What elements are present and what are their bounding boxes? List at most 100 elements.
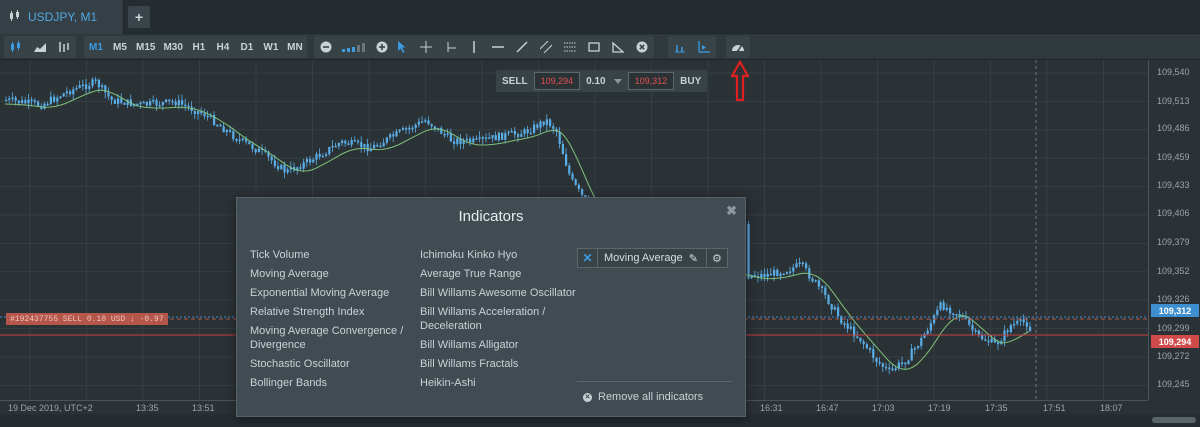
candle-body	[917, 346, 920, 349]
add-tab-button[interactable]: +	[128, 6, 150, 28]
candle-body	[360, 142, 363, 148]
candle-body	[81, 84, 84, 86]
candle-body	[366, 144, 369, 152]
remove-all-indicators-button[interactable]: ✕ Remove all indicators	[583, 391, 703, 403]
indicator-ichimoku[interactable]: Ichimoku Kinko Hyo	[420, 248, 580, 262]
volume-toggle-button[interactable]	[668, 36, 692, 58]
area-chart-button[interactable]	[28, 36, 52, 58]
fibonacci-tool[interactable]	[558, 36, 582, 58]
candle-body	[561, 144, 564, 155]
quantity-field[interactable]: 0.10	[584, 76, 607, 87]
vertical-line-tool[interactable]	[462, 36, 486, 58]
candle-body	[203, 113, 206, 117]
indicator-list-left: Tick Volume Moving Average Exponential M…	[250, 248, 410, 395]
indicators-button[interactable]	[726, 36, 750, 58]
timeframe-m5[interactable]: M5	[108, 36, 132, 58]
timeframe-d1[interactable]: D1	[235, 36, 259, 58]
minus-circle-icon	[320, 41, 332, 53]
indicator-moving-average[interactable]: Moving Average	[250, 267, 410, 281]
timeframe-m30[interactable]: M30	[159, 36, 186, 58]
candle-body	[17, 100, 20, 104]
candle-body	[88, 86, 91, 89]
cursor-tool[interactable]	[390, 36, 414, 58]
candle-body	[974, 330, 977, 332]
indicator-rsi[interactable]: Relative Strength Index	[250, 305, 410, 319]
candle-body	[401, 128, 404, 130]
candle-body	[373, 144, 376, 149]
indicator-alligator[interactable]: Bill Willams Alligator	[420, 338, 580, 352]
pencil-icon[interactable]: ✎	[689, 252, 698, 265]
candles-chart-button[interactable]	[4, 36, 28, 58]
price-line-tool[interactable]	[438, 36, 462, 58]
timeframe-w1[interactable]: W1	[259, 36, 283, 58]
trend-line-tool[interactable]	[510, 36, 534, 58]
buy-button[interactable]: BUY	[678, 76, 703, 87]
indicator-heikin-ashi[interactable]: Heikin-Ashi	[420, 376, 580, 390]
candle-body	[283, 164, 286, 173]
candle-body	[987, 340, 990, 343]
triangle-tool[interactable]	[606, 36, 630, 58]
candle-body	[830, 304, 833, 310]
chart-shift-button[interactable]	[692, 36, 716, 58]
timeframe-m15[interactable]: M15	[132, 36, 159, 58]
remove-indicator-button[interactable]: ✕	[578, 249, 598, 267]
horizontal-line-tool[interactable]	[486, 36, 510, 58]
zoom-out-button[interactable]	[314, 36, 338, 58]
candle-body	[123, 102, 126, 105]
rectangle-tool[interactable]	[582, 36, 606, 58]
indicator-awesome-oscillator[interactable]: Bill Willams Awesome Oscillator	[420, 286, 580, 300]
channel-tool[interactable]	[534, 36, 558, 58]
quantity-dropdown-icon[interactable]	[613, 78, 622, 84]
candle-body	[568, 165, 571, 174]
close-dialog-button[interactable]: ✖	[726, 203, 737, 219]
timeframe-m1[interactable]: M1	[84, 36, 108, 58]
indicator-bollinger[interactable]: Bollinger Bands	[250, 376, 410, 390]
timeframe-mn[interactable]: MN	[283, 36, 307, 58]
candle-body	[219, 125, 222, 127]
timeframe-h4[interactable]: H4	[211, 36, 235, 58]
candle-body	[1022, 319, 1025, 323]
active-indicator-name[interactable]: Moving Average ✎	[598, 249, 707, 267]
candle-body	[280, 164, 283, 170]
candle-body	[837, 307, 840, 317]
candle-body	[817, 280, 820, 287]
indicator-settings-button[interactable]: ⚙	[707, 249, 727, 267]
candle-body	[1009, 324, 1012, 333]
indicator-stochastic[interactable]: Stochastic Oscillator	[250, 357, 410, 371]
price-tick: 109,513	[1157, 96, 1190, 106]
candle-body	[235, 139, 238, 141]
indicator-atr[interactable]: Average True Range	[420, 267, 580, 281]
timeframe-h1[interactable]: H1	[187, 36, 211, 58]
candle-body	[945, 307, 948, 310]
tab-usdjpy-m1[interactable]: USDJPY, M1	[0, 0, 124, 34]
crosshair-icon	[420, 41, 432, 53]
price-axis[interactable]: 109,540 109,513 109,486 109,459 109,433 …	[1148, 60, 1200, 400]
candle-body	[382, 142, 385, 147]
candle-body	[843, 323, 846, 325]
candlestick-icon	[8, 9, 22, 25]
indicator-tick-volume[interactable]: Tick Volume	[250, 248, 410, 262]
sell-button[interactable]: SELL	[500, 76, 530, 87]
indicators-group	[726, 36, 750, 58]
candle-body	[773, 269, 776, 276]
rectangle-icon	[588, 42, 600, 52]
candle-body	[341, 140, 344, 144]
position-label[interactable]: #192437755 SELL 0.10 USD ↓ -0.97	[6, 313, 168, 325]
candle-body	[814, 280, 817, 282]
indicator-ema[interactable]: Exponential Moving Average	[250, 286, 410, 300]
indicator-acceleration[interactable]: Bill Willams Acceleration / Deceleration	[420, 305, 580, 333]
crosshair-tool[interactable]	[414, 36, 438, 58]
candle-body	[805, 263, 808, 269]
candle-body	[85, 84, 88, 89]
active-indicator-chip: ✕ Moving Average ✎ ⚙	[577, 248, 728, 268]
delete-drawings-button[interactable]	[630, 36, 654, 58]
candle-body	[24, 100, 27, 104]
candle-body	[942, 302, 945, 310]
candle-body	[305, 159, 308, 163]
indicator-macd[interactable]: Moving Average Convergence / Divergence	[250, 324, 410, 352]
indicator-fractals[interactable]: Bill Willams Fractals	[420, 357, 580, 371]
candle-body	[939, 302, 942, 310]
scrollbar-thumb[interactable]	[1152, 417, 1196, 423]
bars-chart-button[interactable]	[52, 36, 76, 58]
candle-body	[184, 104, 187, 107]
